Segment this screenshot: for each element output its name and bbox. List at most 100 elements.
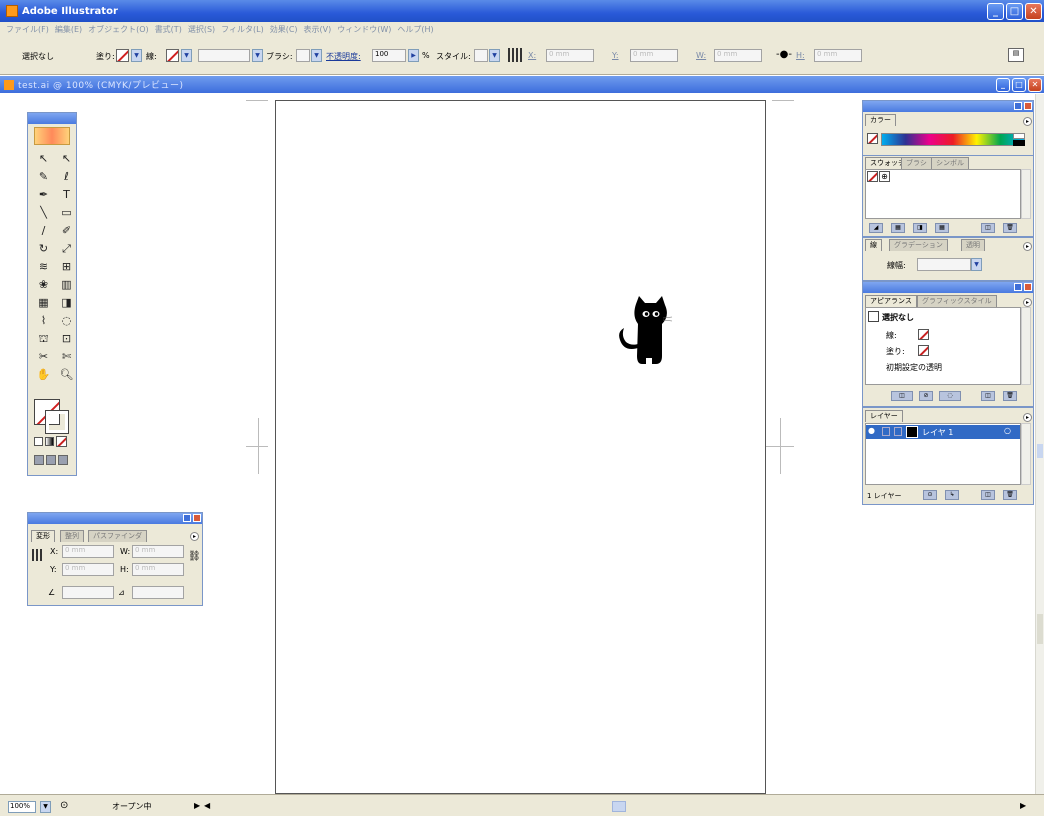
tab-transparency[interactable]: 透明 [961,239,985,251]
color-mode-icon[interactable] [34,437,43,446]
menu-view[interactable]: 表示(V) [304,24,332,35]
tab-layers[interactable]: レイヤー [865,410,903,422]
scroll-thumb[interactable] [1037,444,1043,458]
new-swatch-icon[interactable]: ◫ [981,223,995,233]
delete-swatch-icon[interactable]: 🗑︎ [1003,223,1017,233]
swatches-scrollbar[interactable] [1021,169,1031,219]
transform-palette-header[interactable] [28,513,202,524]
blend-tool-icon[interactable]: ◌ [56,313,77,329]
stroke-dropdown-icon[interactable]: ▼ [181,49,192,62]
target-circle-icon[interactable]: ○ [1004,426,1011,435]
color-none-icon[interactable] [867,133,878,144]
close-icon[interactable]: ✕ [1025,2,1042,20]
clear-appearance-icon[interactable]: ⊘ [919,391,933,401]
live-paint-selection-tool-icon[interactable]: ⊡ [56,331,77,347]
appearance-options-icon[interactable]: ▸ [1023,298,1032,307]
transform-w-field[interactable]: 0 mm [132,545,184,558]
menu-edit[interactable]: 編集(E) [55,24,82,35]
lasso-tool-icon[interactable]: ℓ [56,169,77,185]
horizontal-scroll-thumb[interactable] [612,801,626,812]
vertical-scrollbar[interactable] [1035,94,1044,794]
tab-appearance[interactable]: アピアランス [865,295,917,307]
rotate-tool-icon[interactable]: ↻ [33,241,54,257]
y-field[interactable]: 0 mm [630,49,678,62]
reference-point-icon[interactable] [32,549,44,561]
stroke-weight-dropdown-icon[interactable]: ▼ [971,258,982,271]
swatch-none[interactable] [867,171,878,182]
selection-tool-icon[interactable]: ↖ [33,151,54,167]
free-transform-tool-icon[interactable]: ⊞ [56,259,77,275]
symbol-sprayer-tool-icon[interactable]: ❀ [33,277,54,293]
tab-transform[interactable]: 変形 [31,530,55,542]
swatch-registration[interactable]: ⊕ [879,171,890,182]
screen-mode-menu-icon[interactable] [46,455,56,465]
make-clipping-mask-icon[interactable]: ⊙ [923,490,937,500]
menu-select[interactable]: 選択(S) [188,24,215,35]
constrain-proportions-icon[interactable]: ⛓ [188,551,201,562]
paintbrush-tool-icon[interactable]: ∕ [33,223,54,239]
opacity-label[interactable]: 不透明度: [326,51,361,62]
maximize-icon[interactable]: □ [1006,2,1023,20]
doc-minimize-icon[interactable]: _ [996,77,1010,92]
line-tool-icon[interactable]: ╲ [33,205,54,221]
lock-toggle-icon[interactable] [882,427,890,436]
fill-dropdown-icon[interactable]: ▼ [131,49,142,62]
tab-pathfinder[interactable]: パスファインダ [88,530,147,542]
new-color-group-icon[interactable]: ▦ [935,223,949,233]
appearance-new-art-icon[interactable]: ◫ [891,391,913,401]
expand-triangle-icon[interactable] [894,427,902,436]
brush-dropdown-icon[interactable]: ▼ [311,49,322,62]
tab-stroke[interactable]: 線 [865,239,882,251]
zoom-dropdown-icon[interactable]: ▼ [40,801,51,813]
status-arrow-icon[interactable]: ▶ [194,801,200,810]
opacity-field[interactable]: 100 [372,49,406,62]
delete-item-icon[interactable]: 🗑︎ [1003,391,1017,401]
color-palette-header[interactable] [863,101,1033,112]
h-field[interactable]: 0 mm [814,49,862,62]
appearance-palette-header[interactable] [863,282,1033,293]
type-tool-icon[interactable]: T [56,187,77,203]
rectangle-tool-icon[interactable]: ▭ [56,205,77,221]
scroll-left-icon[interactable]: ◀ [204,801,210,810]
menu-filter[interactable]: フィルタ(L) [221,24,264,35]
zoom-field[interactable]: 100% [8,801,36,813]
white-swatch[interactable] [1013,133,1025,139]
pencil-tool-icon[interactable]: ✐ [56,223,77,239]
status-menu-icon[interactable]: ⊙ [60,800,68,811]
layer-row[interactable]: ● レイヤ 1 ○ [866,425,1020,439]
appearance-fill-none-icon[interactable] [918,345,929,356]
appearance-stroke-none-icon[interactable] [918,329,929,340]
transform-y-field[interactable]: 0 mm [62,563,114,576]
tab-align[interactable]: 整列 [60,530,84,542]
screen-mode-normal-icon[interactable] [34,455,44,465]
hand-tool-icon[interactable]: ✋ [33,367,54,383]
none-mode-icon[interactable] [56,436,67,447]
stroke-weight-field[interactable] [198,49,250,62]
w-field[interactable]: 0 mm [714,49,762,62]
scale-tool-icon[interactable]: ⤢ [56,241,77,257]
scissors-tool-icon[interactable]: ✄ [56,349,77,365]
swatches-list[interactable]: ⊕ [865,169,1021,219]
show-swatch-kinds-icon[interactable]: ▦ [891,223,905,233]
layer-name[interactable]: レイヤ 1 [922,427,953,438]
stroke-swatch-none-icon[interactable] [166,49,179,62]
menu-file[interactable]: ファイル(F) [6,24,49,35]
live-paint-tool-icon[interactable]: ⛫ [33,331,54,347]
tab-gradient[interactable]: グラデーション [889,239,948,251]
create-new-layer-icon[interactable]: ◫ [981,490,995,500]
link-proportions-icon[interactable]: -●- [776,49,792,60]
fill-swatch-none-icon[interactable] [116,49,129,62]
stroke-options-icon[interactable]: ▸ [1023,242,1032,251]
layers-scrollbar[interactable] [1021,423,1031,485]
stroke-color-none-icon[interactable] [45,410,69,434]
menu-window[interactable]: ウィンドウ(W) [337,24,391,35]
magic-wand-tool-icon[interactable]: ✎ [33,169,54,185]
transform-x-field[interactable]: 0 mm [62,545,114,558]
create-sublayer-icon[interactable]: ↳ [945,490,959,500]
transform-h-field[interactable]: 0 mm [132,563,184,576]
appearance-scrollbar[interactable] [1021,307,1031,385]
color-spectrum-bar[interactable] [881,133,1025,146]
zoom-tool-icon[interactable]: 🔍︎ [56,367,77,383]
swatch-options-icon[interactable]: ◨ [913,223,927,233]
reference-point-icon[interactable] [508,48,522,62]
